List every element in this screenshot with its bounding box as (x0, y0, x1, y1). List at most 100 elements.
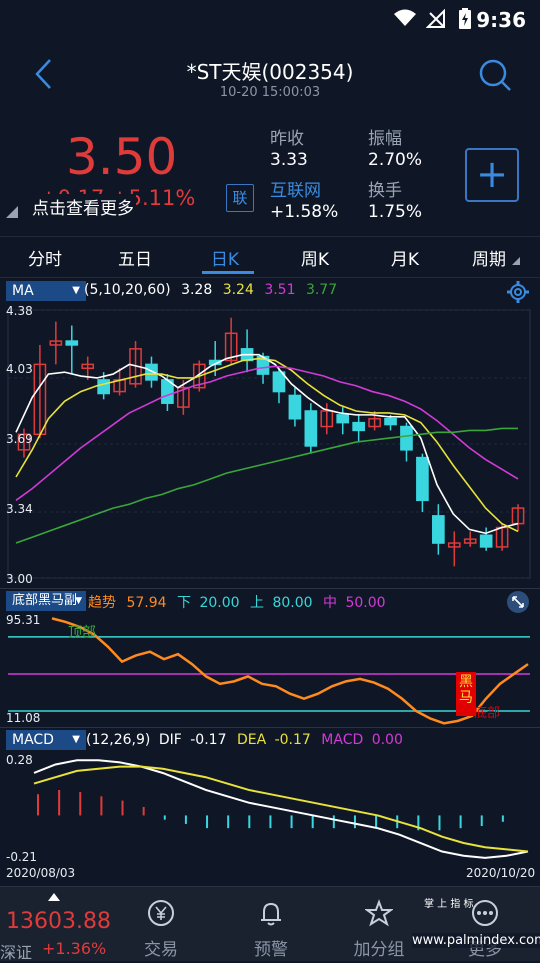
macd-axis-min: -0.21 (6, 850, 38, 864)
active-tab-indicator (202, 271, 254, 274)
candle (288, 394, 302, 420)
field-value-prev-close: 3.33 (270, 150, 308, 170)
alert-nav-item[interactable] (226, 899, 316, 932)
ma-selector[interactable]: MA ▼ (6, 281, 86, 301)
dea-label: DEA (236, 732, 267, 748)
trend-legend: 趋势 57.94 下 20.00 上 80.00 中 50.00 (88, 592, 386, 612)
ma10-value: 3.24 (222, 282, 254, 298)
trend-indicator-selector[interactable]: 底部黑马副 ▼ (6, 591, 86, 611)
tab-daily-k[interactable]: 日K (180, 245, 270, 270)
trend-value: 57.94 (126, 595, 167, 611)
linked-button[interactable]: 联 (226, 184, 254, 212)
star-icon (363, 899, 395, 927)
add-watchlist-button[interactable]: + (465, 148, 519, 202)
field-value-turnover: 1.75% (368, 202, 423, 222)
tab-monthly-k[interactable]: 月K (360, 245, 450, 270)
top-annotation: 顶部 (68, 625, 96, 641)
field-label-sector[interactable]: 互联网 (270, 176, 321, 201)
candle (416, 456, 429, 502)
macd-selector-label: MACD (12, 732, 54, 748)
date-start: 2020/08/03 (6, 866, 76, 880)
signal-icon (426, 9, 445, 28)
period-tabs: 分时 五日 日K 周K 月K 周期 (0, 236, 540, 278)
watermark-url: www.palmindex.com (412, 933, 540, 948)
tab-period[interactable]: 周期 (444, 245, 534, 270)
ma20-value: 3.51 (264, 282, 296, 298)
ma-selector-label: MA (12, 283, 34, 299)
index-expand-icon[interactable] (48, 893, 60, 901)
date-end: 2020/10/20 (466, 866, 536, 880)
candle (432, 515, 445, 544)
corner-triangle-icon (6, 206, 18, 218)
macd-selector[interactable]: MACD ▼ (6, 730, 86, 750)
dark-horse-marker: 黑马 (456, 672, 476, 716)
dea-value: -0.17 (274, 732, 311, 748)
divider (0, 727, 540, 728)
trend-selector-label: 底部黑马副 (12, 593, 78, 608)
candle (65, 340, 79, 346)
macd-chart[interactable] (0, 752, 540, 864)
lower-label: 下 (177, 595, 191, 611)
clock: 9:36 (476, 8, 526, 32)
bottom-nav: 13603.88 深证 +1.36% 交易 预警 加分组 更多 掌 上 指 标 … (0, 886, 540, 962)
view-more-link[interactable]: 点击查看更多 (30, 194, 136, 219)
macd-axis-max: 0.28 (6, 753, 33, 767)
period-dropdown-icon (512, 257, 520, 265)
candle (272, 371, 286, 393)
trend-axis-min: 11.08 (6, 711, 41, 725)
index-value[interactable]: 13603.88 (6, 909, 111, 934)
field-label-amplitude: 振幅 (368, 129, 402, 149)
dif-line (33, 759, 529, 859)
divider (0, 588, 540, 589)
trade-nav-item[interactable] (116, 899, 206, 932)
ma-line-ma10 (15, 357, 519, 533)
trade-label[interactable]: 交易 (116, 935, 206, 960)
candle (336, 414, 350, 424)
ma-legend: (5,10,20,60) 3.28 3.24 3.51 3.77 (84, 282, 337, 298)
candle (400, 425, 413, 451)
search-icon[interactable] (478, 58, 512, 92)
field-value-amplitude: 2.70% (368, 150, 423, 170)
field-value-sector: +1.58% (270, 202, 339, 222)
candle (97, 379, 110, 395)
mid-value: 50.00 (345, 595, 386, 611)
quote-timestamp: 10-20 15:00:03 (219, 85, 321, 100)
add-group-label[interactable]: 加分组 (334, 935, 424, 960)
ma-line-ma20 (15, 365, 519, 501)
candle (384, 418, 397, 426)
add-group-nav-item[interactable] (334, 899, 424, 932)
more-icon (472, 900, 498, 926)
header: *ST天娱(002354) 10-20 15:00:03 (0, 40, 540, 110)
price-axis-tick-4: 3.34 (6, 502, 33, 516)
field-label-turnover: 换手 (368, 181, 402, 201)
bell-icon (261, 902, 281, 926)
trend-label: 趋势 (88, 595, 116, 611)
index-change: +1.36% (42, 939, 107, 958)
ma60-value: 3.77 (305, 282, 338, 298)
expand-icon[interactable] (506, 590, 530, 614)
upper-value: 80.00 (272, 595, 313, 611)
candlestick-chart[interactable] (0, 306, 540, 588)
macd-legend: (12,26,9) DIF -0.17 DEA -0.17 MACD 0.00 (86, 732, 403, 748)
yen-icon (148, 900, 174, 926)
dif-label: DIF (158, 732, 182, 748)
tab-intraday[interactable]: 分时 (0, 245, 90, 270)
settings-gear-icon[interactable] (506, 280, 530, 304)
index-name: 深证 (0, 943, 33, 962)
dif-value: -0.17 (190, 732, 227, 748)
candle (479, 534, 493, 548)
bottom-annotation: 底部 (474, 706, 501, 721)
tab-weekly-k[interactable]: 周K (270, 245, 360, 270)
macd-dropdown-icon: ▼ (72, 734, 80, 745)
price-axis-tick-2: 4.03 (6, 362, 33, 376)
mid-label: 中 (323, 595, 337, 611)
current-price: 3.50 (66, 128, 178, 186)
trend-dropdown-icon: ▼ (75, 596, 82, 606)
ma-params: (5,10,20,60) (84, 282, 171, 298)
macd-label: MACD (321, 732, 364, 748)
alert-label[interactable]: 预警 (226, 935, 316, 960)
tab-five-day[interactable]: 五日 (90, 245, 180, 270)
lower-value: 20.00 (199, 595, 240, 611)
price-axis-max: 4.38 (6, 304, 33, 318)
wifi-icon (394, 9, 416, 26)
